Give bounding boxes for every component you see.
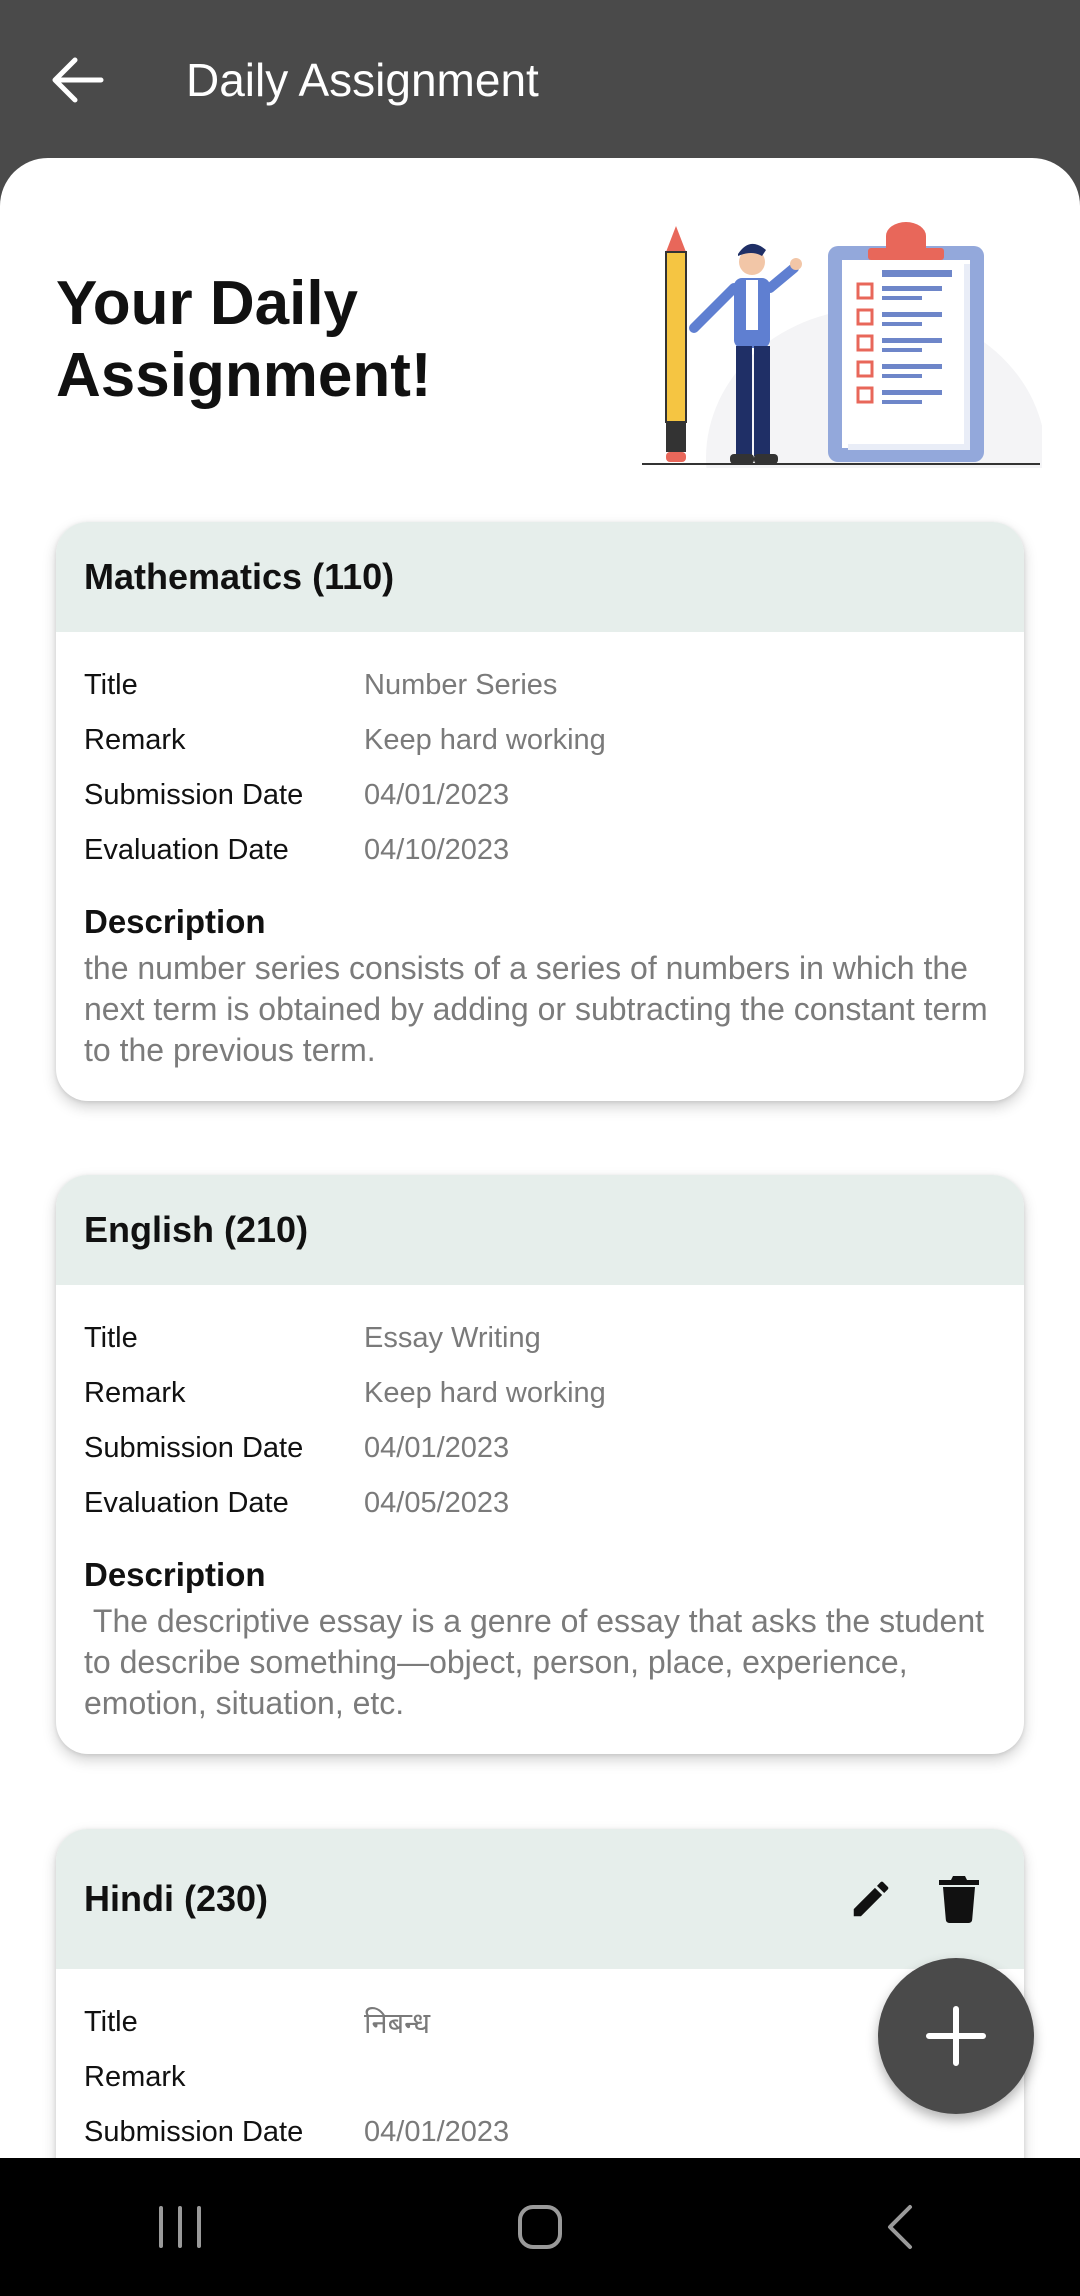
title-row: Title Number Series [84,658,996,713]
trash-icon[interactable] [938,1875,980,1923]
submission-date-value: 04/01/2023 [364,2116,510,2148]
title-label: Title [84,2006,138,2038]
assignment-card[interactable]: English (210) Title Essay Writing Remark… [56,1175,1024,1754]
evaluation-date-row: Evaluation Date 04/10/2023 [84,823,996,878]
submission-date-label: Submission Date [84,779,304,811]
nav-home-button[interactable] [480,2187,600,2267]
card-subject: Hindi (230) [84,1878,269,1919]
remark-label: Remark [84,1377,186,1409]
remark-value: Keep hard working [364,1377,606,1409]
assignment-card[interactable]: Hindi (230) Title निबन्ध Remark Submissi… [56,1829,1024,2158]
chevron-left-icon [888,2205,912,2249]
app-bar: Daily Assignment [0,0,1080,160]
card-actions [848,1829,980,1969]
submission-date-value: 04/01/2023 [364,1432,510,1464]
home-icon [518,2205,562,2249]
title-label: Title [84,669,138,701]
description-heading: Description [84,903,266,940]
evaluation-date-value: 04/05/2023 [364,1487,510,1519]
assignment-card[interactable]: Mathematics (110) Title Number Series Re… [56,522,1024,1101]
submission-date-label: Submission Date [84,1432,304,1464]
evaluation-date-label: Evaluation Date [84,834,289,866]
card-subject: Mathematics (110) [84,556,395,597]
card-subject: English (210) [84,1209,309,1250]
recents-icon [159,2206,201,2248]
remark-label: Remark [84,724,186,756]
title-row: Title निबन्ध [84,1995,996,2050]
card-body: Title Essay Writing Remark Keep hard wor… [56,1285,1024,1754]
card-body: Title Number Series Remark Keep hard wor… [56,632,1024,1101]
title-value: Number Series [364,669,558,701]
hero-title: Your Daily Assignment! [56,269,432,410]
nav-back-button[interactable] [840,2187,960,2267]
arrow-left-icon [52,57,104,103]
description-text: the number series consists of a series o… [84,950,988,1068]
system-nav-bar [0,2158,1080,2296]
submission-date-label: Submission Date [84,2116,304,2148]
title-label: Title [84,1322,138,1354]
add-assignment-button[interactable] [878,1958,1034,2114]
plus-icon [926,2006,986,2066]
remark-row: Remark Keep hard working [84,1366,996,1421]
assignment-illustration [642,222,1042,468]
remark-label: Remark [84,2061,186,2093]
title-value: निबन्ध [364,2008,431,2040]
content-sheet: Your Daily Assignment! Mathematics (110)… [0,158,1080,2158]
submission-date-row: Submission Date 04/01/2023 [84,1421,996,1476]
remark-row: Remark [84,2050,996,2105]
evaluation-date-row: Evaluation Date 04/05/2023 [84,1476,996,1531]
description-text: The descriptive essay is a genre of essa… [84,1603,993,1721]
back-button[interactable] [44,50,110,110]
title-value: Essay Writing [364,1322,541,1354]
remark-row: Remark Keep hard working [84,713,996,768]
card-body: Title निबन्ध Remark Submission Date 04/0… [56,1969,1024,2158]
evaluation-date-value: 04/10/2023 [364,834,510,866]
submission-date-value: 04/01/2023 [364,779,510,811]
evaluation-date-label: Evaluation Date [84,1487,289,1519]
pencil-icon[interactable] [848,1876,894,1922]
title-row: Title Essay Writing [84,1311,996,1366]
card-header: Hindi (230) [56,1829,1024,1969]
remark-value: Keep hard working [364,724,606,756]
submission-date-row: Submission Date 04/01/2023 [84,768,996,823]
card-header: English (210) [56,1175,1024,1285]
card-header: Mathematics (110) [56,522,1024,632]
nav-recents-button[interactable] [120,2187,240,2267]
page-title: Daily Assignment [186,54,539,106]
submission-date-row: Submission Date 04/01/2023 [84,2105,996,2158]
description-heading: Description [84,1556,266,1593]
